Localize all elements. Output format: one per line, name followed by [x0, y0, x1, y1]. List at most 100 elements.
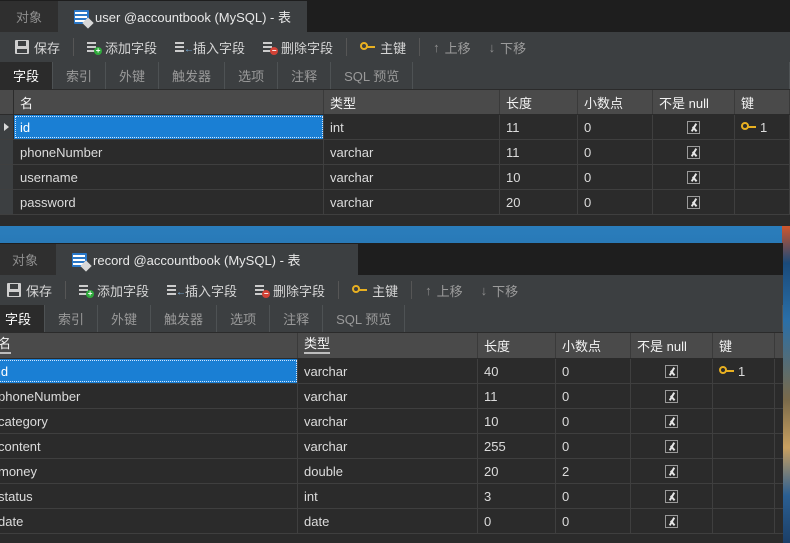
- cell-field-type[interactable]: double: [298, 459, 478, 483]
- not-null-checkbox[interactable]: [665, 414, 678, 428]
- cell-not-null[interactable]: [631, 359, 713, 383]
- save-button[interactable]: 保存: [0, 277, 61, 303]
- cell-field-decimals[interactable]: 0: [556, 434, 631, 458]
- cell-key[interactable]: [713, 434, 775, 458]
- tab-object[interactable]: 对象: [0, 244, 57, 275]
- cell-field-decimals[interactable]: 0: [556, 509, 631, 533]
- cell-field-name[interactable]: password: [14, 190, 324, 214]
- not-null-checkbox[interactable]: [687, 195, 700, 209]
- cell-not-null[interactable]: [631, 409, 713, 433]
- tab-object[interactable]: 对象: [0, 1, 59, 32]
- tab-indexes[interactable]: 索引: [45, 305, 99, 332]
- cell-field-decimals[interactable]: 0: [578, 140, 653, 164]
- cell-field-decimals[interactable]: 2: [556, 459, 631, 483]
- column-header-not-null[interactable]: 不是 null: [631, 333, 713, 358]
- cell-field-type[interactable]: varchar: [298, 434, 478, 458]
- insert-field-button[interactable]: ← 插入字段: [166, 34, 254, 60]
- cell-field-name[interactable]: date: [0, 509, 298, 533]
- cell-field-length[interactable]: 0: [478, 509, 556, 533]
- tab-triggers[interactable]: 触发器: [151, 305, 218, 332]
- not-null-checkbox[interactable]: [687, 170, 700, 184]
- cell-not-null[interactable]: [631, 459, 713, 483]
- cell-field-decimals[interactable]: 0: [556, 409, 631, 433]
- cell-field-length[interactable]: 20: [478, 459, 556, 483]
- cell-field-type[interactable]: int: [298, 484, 478, 508]
- cell-field-type[interactable]: varchar: [298, 409, 478, 433]
- column-header-type[interactable]: 类型: [298, 333, 478, 358]
- cell-field-name[interactable]: content: [0, 434, 298, 458]
- cell-key[interactable]: [713, 484, 775, 508]
- column-header-name[interactable]: 名: [0, 333, 298, 358]
- not-null-checkbox[interactable]: [665, 514, 678, 528]
- table-row[interactable]: status int 3 0: [0, 484, 783, 509]
- column-header-key[interactable]: 键: [713, 333, 775, 358]
- cell-field-name[interactable]: phoneNumber: [0, 384, 298, 408]
- cell-field-length[interactable]: 255: [478, 434, 556, 458]
- cell-field-length[interactable]: 11: [478, 384, 556, 408]
- move-down-button[interactable]: ↓ 下移: [480, 34, 536, 60]
- cell-field-type[interactable]: varchar: [324, 140, 500, 164]
- tab-indexes[interactable]: 索引: [53, 62, 107, 89]
- cell-not-null[interactable]: [653, 115, 735, 139]
- tab-user-table[interactable]: user @accountbook (MySQL) - 表: [58, 1, 307, 32]
- cell-field-type[interactable]: varchar: [324, 165, 500, 189]
- cell-field-decimals[interactable]: 0: [556, 384, 631, 408]
- not-null-checkbox[interactable]: [665, 364, 678, 378]
- tab-foreign-keys[interactable]: 外键: [98, 305, 152, 332]
- cell-field-name[interactable]: category: [0, 409, 298, 433]
- cell-field-length[interactable]: 11: [500, 115, 578, 139]
- cell-key[interactable]: [735, 140, 790, 164]
- table-row[interactable]: id varchar 40 0 1: [0, 359, 783, 384]
- move-up-button[interactable]: ↑ 上移: [424, 34, 480, 60]
- column-header-name[interactable]: 名: [14, 90, 324, 114]
- column-header-key[interactable]: 键: [735, 90, 790, 114]
- cell-not-null[interactable]: [631, 509, 713, 533]
- not-null-checkbox[interactable]: [687, 145, 700, 159]
- cell-field-decimals[interactable]: 0: [578, 115, 653, 139]
- not-null-checkbox[interactable]: [687, 120, 700, 134]
- not-null-checkbox[interactable]: [665, 464, 678, 478]
- not-null-checkbox[interactable]: [665, 489, 678, 503]
- column-header-decimals[interactable]: 小数点: [556, 333, 631, 358]
- not-null-checkbox[interactable]: [665, 389, 678, 403]
- cell-field-type[interactable]: date: [298, 509, 478, 533]
- tab-triggers[interactable]: 触发器: [159, 62, 226, 89]
- table-row[interactable]: content varchar 255 0: [0, 434, 783, 459]
- tab-comment[interactable]: 注释: [270, 305, 324, 332]
- cell-field-length[interactable]: 3: [478, 484, 556, 508]
- tab-foreign-keys[interactable]: 外键: [106, 62, 160, 89]
- column-header-decimals[interactable]: 小数点: [578, 90, 653, 114]
- cell-field-length[interactable]: 10: [478, 409, 556, 433]
- cell-not-null[interactable]: [653, 165, 735, 189]
- cell-key[interactable]: [713, 509, 775, 533]
- cell-key[interactable]: [735, 165, 790, 189]
- tab-fields[interactable]: 字段: [0, 62, 54, 89]
- cell-field-name[interactable]: username: [14, 165, 324, 189]
- insert-field-button[interactable]: ← 插入字段: [158, 277, 246, 303]
- table-row[interactable]: money double 20 2: [0, 459, 783, 484]
- cell-not-null[interactable]: [653, 140, 735, 164]
- cell-key[interactable]: [713, 409, 775, 433]
- cell-key[interactable]: [713, 459, 775, 483]
- not-null-checkbox[interactable]: [665, 439, 678, 453]
- tab-record-table[interactable]: record @accountbook (MySQL) - 表: [56, 244, 359, 275]
- column-header-not-null[interactable]: 不是 null: [653, 90, 735, 114]
- cell-field-length[interactable]: 10: [500, 165, 578, 189]
- tab-sql-preview[interactable]: SQL 预览: [323, 305, 406, 332]
- column-header-length[interactable]: 长度: [500, 90, 578, 114]
- cell-field-type[interactable]: varchar: [298, 384, 478, 408]
- tab-comment[interactable]: 注释: [278, 62, 332, 89]
- cell-field-decimals[interactable]: 0: [578, 190, 653, 214]
- cell-field-name[interactable]: id: [0, 359, 298, 383]
- save-button[interactable]: 保存: [6, 34, 69, 60]
- move-up-button[interactable]: ↑ 上移: [416, 277, 472, 303]
- cell-field-type[interactable]: int: [324, 115, 500, 139]
- cell-field-decimals[interactable]: 0: [556, 484, 631, 508]
- tab-options[interactable]: 选项: [217, 305, 271, 332]
- table-row[interactable]: date date 0 0: [0, 509, 783, 534]
- table-row[interactable]: category varchar 10 0: [0, 409, 783, 434]
- cell-key[interactable]: [713, 384, 775, 408]
- add-field-button[interactable]: + 添加字段: [78, 34, 166, 60]
- column-header-length[interactable]: 长度: [478, 333, 556, 358]
- cell-not-null[interactable]: [631, 484, 713, 508]
